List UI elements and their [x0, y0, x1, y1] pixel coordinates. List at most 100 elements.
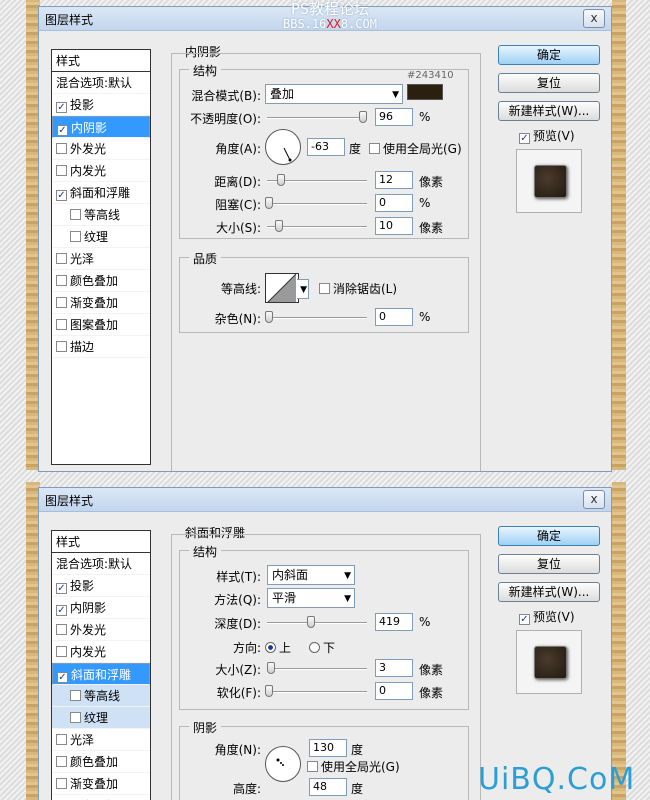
- choke-input[interactable]: 0: [375, 194, 413, 212]
- checkbox[interactable]: [369, 143, 380, 154]
- checkbox[interactable]: [70, 712, 81, 723]
- style-item[interactable]: 混合选项:默认: [52, 72, 150, 94]
- checkbox[interactable]: [56, 646, 67, 657]
- checkbox[interactable]: [70, 690, 81, 701]
- checkbox[interactable]: [56, 275, 67, 286]
- checkbox[interactable]: ✓: [519, 614, 530, 625]
- style-item[interactable]: 外发光: [52, 138, 150, 160]
- shadow-color-swatch[interactable]: [407, 84, 443, 100]
- angle-dial[interactable]: [265, 129, 301, 165]
- global-light-checkbox[interactable]: 使用全局光(G): [369, 140, 462, 157]
- checkbox[interactable]: ✓: [519, 133, 530, 144]
- close-button[interactable]: x: [583, 9, 605, 28]
- checkbox[interactable]: ✓: [56, 190, 67, 201]
- slider-thumb[interactable]: [265, 311, 273, 323]
- shading-angle-input[interactable]: 130: [309, 739, 347, 757]
- size-slider[interactable]: [267, 662, 367, 674]
- depth-slider[interactable]: [267, 616, 367, 628]
- style-item[interactable]: 光泽: [52, 729, 150, 751]
- checkbox[interactable]: [56, 734, 67, 745]
- checkbox[interactable]: [56, 778, 67, 789]
- size-input[interactable]: 3: [375, 659, 413, 677]
- size-input[interactable]: 10: [375, 217, 413, 235]
- preview-checkbox[interactable]: ✓ 预览(V): [519, 127, 575, 144]
- style-item[interactable]: 内发光: [52, 160, 150, 182]
- checkbox[interactable]: [56, 143, 67, 154]
- new-style-button[interactable]: 新建样式(W)...: [498, 582, 600, 602]
- style-item[interactable]: ✓ 投影: [52, 94, 150, 116]
- style-item[interactable]: ✓ 斜面和浮雕: [52, 182, 150, 204]
- direction-down-radio[interactable]: 下: [309, 639, 335, 656]
- reset-button[interactable]: 复位: [498, 554, 600, 574]
- slider-thumb[interactable]: [277, 174, 285, 186]
- style-item[interactable]: 等高线: [52, 685, 150, 707]
- checkbox[interactable]: [70, 209, 81, 220]
- shading-angle-dial[interactable]: [265, 746, 301, 782]
- noise-slider[interactable]: [265, 311, 367, 323]
- slider-thumb[interactable]: [267, 662, 275, 674]
- style-item[interactable]: ✓ 斜面和浮雕: [52, 663, 150, 685]
- preview-checkbox[interactable]: ✓ 预览(V): [519, 608, 575, 625]
- checkbox[interactable]: ✓: [57, 125, 68, 136]
- checkbox[interactable]: [56, 297, 67, 308]
- checkbox[interactable]: ✓: [56, 102, 67, 113]
- distance-slider[interactable]: [267, 174, 367, 186]
- angle-input[interactable]: -63: [307, 138, 345, 156]
- slider-thumb[interactable]: [265, 197, 273, 209]
- opacity-input[interactable]: 96: [375, 108, 413, 126]
- style-item[interactable]: ✓ 内阴影: [52, 116, 150, 138]
- radio-selected-icon[interactable]: [265, 642, 276, 653]
- choke-slider[interactable]: [265, 197, 367, 209]
- style-item[interactable]: 图案叠加: [52, 795, 150, 800]
- style-item[interactable]: ✓ 投影: [52, 575, 150, 597]
- style-item[interactable]: 渐变叠加: [52, 773, 150, 795]
- depth-input[interactable]: 419: [375, 613, 413, 631]
- checkbox[interactable]: [70, 231, 81, 242]
- style-item[interactable]: 渐变叠加: [52, 292, 150, 314]
- style-item[interactable]: 图案叠加: [52, 314, 150, 336]
- ok-button[interactable]: 确定: [498, 526, 600, 546]
- distance-input[interactable]: 12: [375, 171, 413, 189]
- altitude-input[interactable]: 48: [309, 778, 347, 796]
- technique-select[interactable]: 平滑 ▼: [267, 588, 355, 608]
- noise-input[interactable]: 0: [375, 308, 413, 326]
- style-item[interactable]: 纹理: [52, 226, 150, 248]
- checkbox[interactable]: [56, 165, 67, 176]
- reset-button[interactable]: 复位: [498, 73, 600, 93]
- global-light-checkbox[interactable]: 使用全局光(G): [307, 758, 400, 775]
- checkbox[interactable]: ✓: [57, 672, 68, 683]
- checkbox[interactable]: [56, 253, 67, 264]
- direction-up-radio[interactable]: 上: [265, 639, 291, 656]
- slider-thumb[interactable]: [359, 111, 367, 123]
- style-item[interactable]: 描边: [52, 336, 150, 358]
- contour-picker[interactable]: [265, 273, 299, 303]
- opacity-slider[interactable]: [267, 111, 367, 123]
- size-slider[interactable]: [267, 220, 367, 232]
- soften-slider[interactable]: [265, 685, 367, 697]
- new-style-button[interactable]: 新建样式(W)...: [498, 101, 600, 121]
- style-item[interactable]: 外发光: [52, 619, 150, 641]
- style-item[interactable]: ✓ 内阴影: [52, 597, 150, 619]
- style-item[interactable]: 纹理: [52, 707, 150, 729]
- style-item[interactable]: 等高线: [52, 204, 150, 226]
- slider-thumb[interactable]: [265, 685, 273, 697]
- soften-input[interactable]: 0: [375, 682, 413, 700]
- slider-thumb[interactable]: [307, 616, 315, 628]
- checkbox[interactable]: [307, 761, 318, 772]
- style-item[interactable]: 颜色叠加: [52, 270, 150, 292]
- antialias-checkbox[interactable]: 消除锯齿(L): [319, 280, 397, 297]
- blend-mode-select[interactable]: 叠加 ▼: [265, 84, 403, 104]
- style-item[interactable]: 光泽: [52, 248, 150, 270]
- checkbox[interactable]: [56, 341, 67, 352]
- checkbox[interactable]: [56, 624, 67, 635]
- checkbox[interactable]: [319, 283, 330, 294]
- style-item[interactable]: 内发光: [52, 641, 150, 663]
- close-button[interactable]: x: [583, 490, 605, 509]
- checkbox[interactable]: ✓: [56, 583, 67, 594]
- checkbox[interactable]: [56, 319, 67, 330]
- ok-button[interactable]: 确定: [498, 45, 600, 65]
- slider-thumb[interactable]: [275, 220, 283, 232]
- radio-icon[interactable]: [309, 642, 320, 653]
- checkbox[interactable]: [56, 756, 67, 767]
- bevel-style-select[interactable]: 内斜面 ▼: [267, 565, 355, 585]
